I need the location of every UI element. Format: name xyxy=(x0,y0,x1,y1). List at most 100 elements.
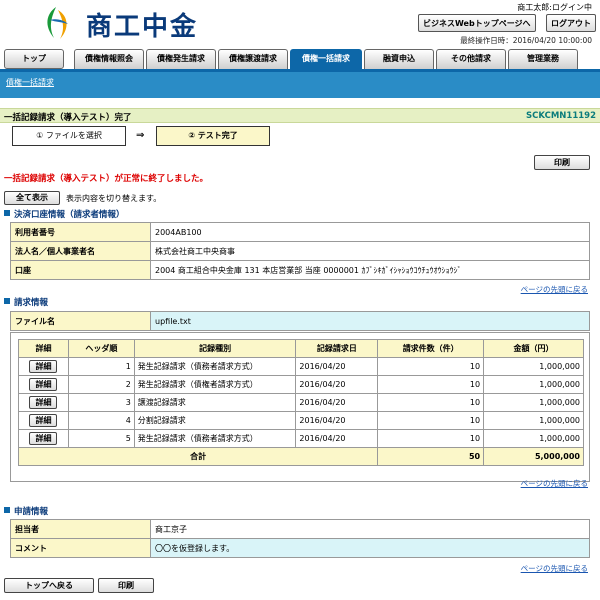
column-header: 記録種別 xyxy=(133,339,297,358)
detail-button[interactable]: 詳細 xyxy=(29,432,58,445)
table-row: ファイル名 upfile.txt xyxy=(10,311,590,331)
table-row: 詳細 1 発生記録請求（債務者請求方式） 2016/04/20 10 1,000… xyxy=(18,357,584,376)
settlement-heading: 決済口座情報（請求者情報） xyxy=(4,208,125,220)
business-web-top-button[interactable]: ビジネスWebトップページへ xyxy=(418,14,536,32)
field-label: 口座 xyxy=(10,260,151,280)
print-button-bottom[interactable]: 印刷 xyxy=(98,578,154,593)
login-user: 商工太郎:ログイン中 xyxy=(517,3,592,12)
file-table: ファイル名 upfile.txt xyxy=(10,311,590,331)
field-value: 2004 商工組合中央金庫 131 本店営業部 当座 0000001 ｶﾌﾞｼｷ… xyxy=(150,260,590,280)
file-name-value: upfile.txt xyxy=(150,311,590,331)
request-count: 10 xyxy=(377,429,485,448)
page-top-link[interactable]: ページの先頭に戻る xyxy=(521,478,588,489)
tab-claim-transfer[interactable]: 債権譲渡請求 xyxy=(218,49,288,69)
detail-button[interactable]: 詳細 xyxy=(29,396,58,409)
field-value: 商工京子 xyxy=(150,519,590,539)
amount: 1,000,000 xyxy=(483,375,584,394)
tab-claim-inquiry[interactable]: 債権情報照会 xyxy=(74,49,144,69)
step-test-complete: ② テスト完了 xyxy=(156,126,270,146)
page-top-link[interactable]: ページの先頭に戻る xyxy=(521,563,588,574)
table-row: 法人名／個人事業者名 株式会社商工中央商事 xyxy=(10,241,590,261)
table-row: 詳細 2 発生記録請求（債権者請求方式） 2016/04/20 10 1,000… xyxy=(18,375,584,394)
tab-other-requests[interactable]: その他請求 xyxy=(436,49,506,69)
page-top-link[interactable]: ページの先頭に戻る xyxy=(521,284,588,295)
back-to-top-button[interactable]: トップへ戻る xyxy=(4,578,94,593)
record-type: 発生記録請求（債務者請求方式） xyxy=(133,357,297,376)
logo-icon xyxy=(47,7,68,39)
completion-message: 一括記録請求（導入テスト）が正常に終了しました。 xyxy=(4,174,209,184)
field-label: コメント xyxy=(10,538,151,558)
page-title-bar: 一括記録請求（導入テスト）完了 SCKCMN11192 xyxy=(0,108,600,123)
field-value: 2004AB100 xyxy=(150,222,590,242)
column-header: 記録請求日 xyxy=(295,339,379,358)
table-row: 口座 2004 商工組合中央金庫 131 本店営業部 当座 0000001 ｶﾌﾞ… xyxy=(10,260,590,280)
logout-button[interactable]: ログアウト xyxy=(546,14,596,32)
request-count: 10 xyxy=(377,393,485,412)
show-all-button[interactable]: 全て表示 xyxy=(4,191,60,205)
tab-top[interactable]: トップ xyxy=(4,49,64,69)
header-order: 3 xyxy=(67,393,135,412)
comment-value: 〇〇を仮登録します。 xyxy=(150,538,590,558)
detail-button[interactable]: 詳細 xyxy=(29,414,58,427)
screen-code: SCKCMN11192 xyxy=(526,111,596,121)
record-type: 譲渡記録請求 xyxy=(133,393,297,412)
brand-name: 商工中金 xyxy=(86,12,199,42)
section-square-icon xyxy=(4,507,10,513)
tab-claim-issue[interactable]: 債権発生請求 xyxy=(146,49,216,69)
step-select-file: ① ファイルを選択 xyxy=(12,126,126,146)
column-header: 金額（円） xyxy=(483,339,584,358)
record-type: 分割記録請求 xyxy=(133,411,297,430)
detail-button[interactable]: 詳細 xyxy=(29,378,58,391)
header-order: 5 xyxy=(67,429,135,448)
main-tabs: トップ 債権情報照会 債権発生請求 債権譲渡請求 債権一括請求 融資申込 その他… xyxy=(4,49,596,69)
field-value: 株式会社商工中央商事 xyxy=(150,241,590,261)
step-arrow: ⇒ xyxy=(136,130,145,141)
table-row: 利用者番号 2004AB100 xyxy=(10,222,590,242)
record-type: 発生記録請求（債務者請求方式） xyxy=(133,429,297,448)
table-row: 詳細 5 発生記録請求（債務者請求方式） 2016/04/20 10 1,000… xyxy=(18,429,584,448)
table-row: 担当者 商工京子 xyxy=(10,519,590,539)
sub-navigation: 債権一括請求 xyxy=(0,72,600,98)
column-header: 請求件数（件） xyxy=(377,339,485,358)
detail-button[interactable]: 詳細 xyxy=(29,360,58,373)
column-header: ヘッダ順 xyxy=(67,339,135,358)
table-header-row: 詳細 ヘッダ順 記録種別 記録請求日 請求件数（件） 金額（円） xyxy=(18,339,584,358)
request-count: 10 xyxy=(377,411,485,430)
request-list-table: 詳細 ヘッダ順 記録種別 記録請求日 請求件数（件） 金額（円） 詳細 1 発生… xyxy=(17,339,584,466)
applicant-heading: 申請情報 xyxy=(4,505,48,517)
table-row: コメント 〇〇を仮登録します。 xyxy=(10,538,590,558)
header-order: 1 xyxy=(67,357,135,376)
request-date: 2016/04/20 xyxy=(295,429,379,448)
header: 商工中金 商工太郎:ログイン中 ビジネスWebトップページへ ログアウト 最終操… xyxy=(0,0,600,46)
request-count: 10 xyxy=(377,357,485,376)
column-header: 詳細 xyxy=(18,339,69,358)
request-date: 2016/04/20 xyxy=(295,411,379,430)
table-row: 詳細 4 分割記録請求 2016/04/20 10 1,000,000 xyxy=(18,411,584,430)
request-date: 2016/04/20 xyxy=(295,357,379,376)
show-all-note: 表示内容を切り替えます。 xyxy=(66,194,162,203)
total-count: 50 xyxy=(377,447,485,466)
tab-admin[interactable]: 管理業務 xyxy=(508,49,578,69)
field-label: 利用者番号 xyxy=(10,222,151,242)
amount: 1,000,000 xyxy=(483,357,584,376)
page-title: 一括記録請求（導入テスト）完了 xyxy=(4,113,132,123)
amount: 1,000,000 xyxy=(483,393,584,412)
header-order: 4 xyxy=(67,411,135,430)
field-label: 法人名／個人事業者名 xyxy=(10,241,151,261)
section-square-icon xyxy=(4,298,10,304)
request-count: 10 xyxy=(377,375,485,394)
tab-loan-application[interactable]: 融資申込 xyxy=(364,49,434,69)
header-order: 2 xyxy=(67,375,135,394)
amount: 1,000,000 xyxy=(483,411,584,430)
total-label: 合計 xyxy=(17,447,379,466)
applicant-table: 担当者 商工京子 コメント 〇〇を仮登録します。 xyxy=(10,519,590,558)
field-label: 担当者 xyxy=(10,519,151,539)
subnav-bulk-request-link[interactable]: 債権一括請求 xyxy=(6,77,54,88)
section-square-icon xyxy=(4,210,10,216)
tab-bulk-request[interactable]: 債権一括請求 xyxy=(290,49,362,69)
settlement-table: 利用者番号 2004AB100 法人名／個人事業者名 株式会社商工中央商事 口座 20… xyxy=(10,222,590,280)
print-button-top[interactable]: 印刷 xyxy=(534,155,590,170)
record-type: 発生記録請求（債権者請求方式） xyxy=(133,375,297,394)
last-operation-time: 最終操作日時：2016/04/20 10:00:00 xyxy=(460,36,592,45)
request-heading: 請求情報 xyxy=(4,296,48,308)
